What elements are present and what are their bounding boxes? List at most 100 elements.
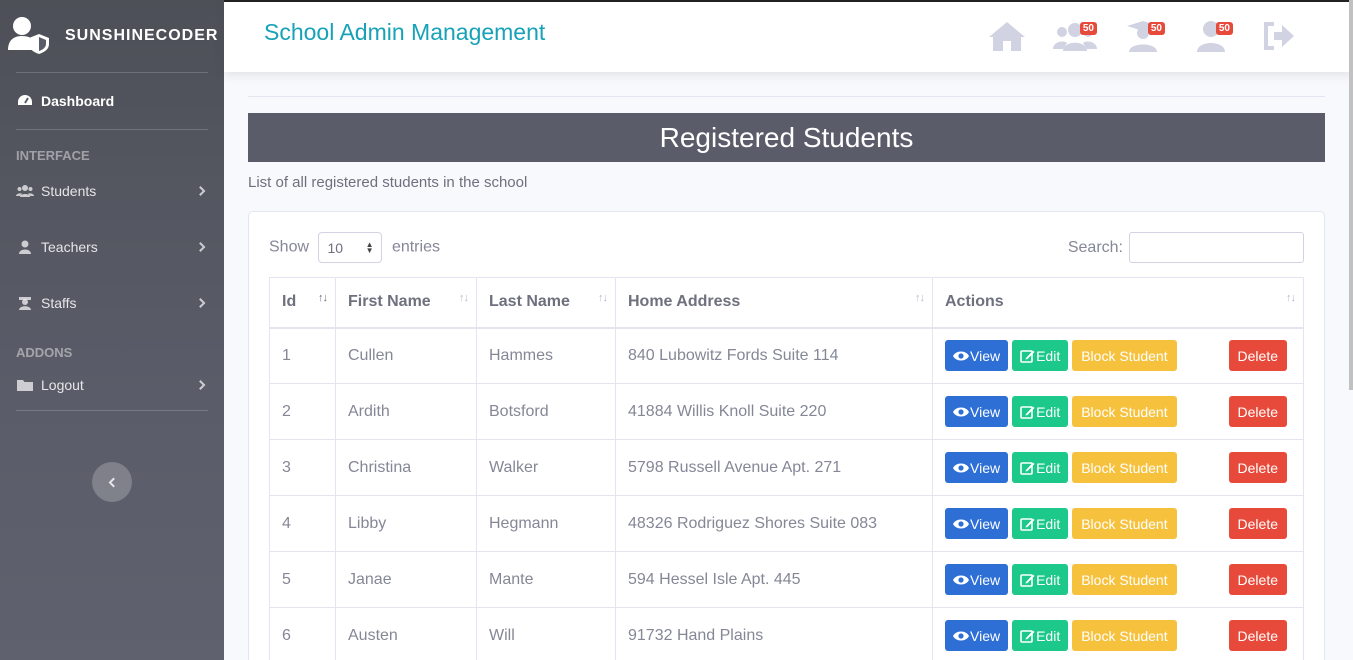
sidebar-item-label: Logout: [41, 377, 84, 393]
entries-select[interactable]: 10 ▲ ▼: [318, 232, 383, 263]
column-label: Home Address: [628, 293, 741, 311]
delete-button-label: Delete: [1237, 403, 1278, 420]
brand[interactable]: SUNSHINECODER: [0, 0, 224, 72]
view-button[interactable]: View: [945, 396, 1009, 427]
delete-button[interactable]: Delete: [1228, 620, 1287, 651]
row-actions: View Edit Block Student Delete: [945, 508, 1291, 539]
delete-button[interactable]: Delete: [1228, 396, 1287, 427]
table-header-row: Id ↑↓ First Name ↑↓ Last Name ↑↓ Home Addre…: [269, 277, 1304, 329]
edit-button-label: Edit: [1036, 627, 1061, 644]
cell-id: 5: [269, 551, 336, 608]
view-button[interactable]: View: [945, 452, 1009, 483]
sort-icon: ↑↓: [459, 292, 469, 304]
cell-actions: View Edit Block Student Delete: [932, 327, 1304, 384]
table-body: 1 Cullen Hammes 840 Lubowitz Fords Suite…: [269, 327, 1304, 660]
edit-button[interactable]: Edit: [1012, 564, 1069, 595]
block-student-button[interactable]: Block Student: [1072, 620, 1177, 651]
sidebar-heading-interface: INTERFACE: [16, 148, 90, 163]
block-student-button[interactable]: Block Student: [1072, 340, 1177, 372]
view-button[interactable]: View: [945, 508, 1009, 539]
cell-actions: View Edit Block Student Delete: [932, 607, 1304, 660]
chevron-left-icon: [108, 477, 119, 487]
sidebar-item-label: Dashboard: [41, 93, 115, 109]
view-button[interactable]: View: [945, 340, 1009, 372]
column-label: Actions: [945, 293, 1004, 311]
row-actions: View Edit Block Student Delete: [945, 396, 1291, 427]
table-row: 5 Janae Mante 594 Hessel Isle Apt. 445 V…: [269, 551, 1304, 608]
edit-button[interactable]: Edit: [1012, 396, 1069, 427]
topbar: School Admin Management 50 50 50: [224, 0, 1353, 72]
view-button-label: View: [970, 627, 1001, 644]
sidebar-item-label: Staffs: [41, 295, 77, 311]
block-button-label: Block Student: [1081, 347, 1168, 364]
row-actions: View Edit Block Student Delete: [945, 452, 1291, 483]
cell-last-name: Hegmann: [476, 495, 616, 552]
staffs-button[interactable]: 50: [1177, 20, 1245, 56]
view-button[interactable]: View: [945, 564, 1009, 595]
sidebar-item-staffs[interactable]: Staffs: [0, 275, 224, 331]
chevron-right-icon: [195, 186, 206, 196]
edit-button[interactable]: Edit: [1012, 508, 1069, 539]
students-table: Id ↑↓ First Name ↑↓ Last Name ↑↓ Home Addre…: [269, 277, 1304, 660]
tachometer-icon: [16, 94, 34, 108]
edit-icon: [1020, 349, 1035, 363]
teachers-button[interactable]: 50: [1109, 20, 1177, 56]
chevron-right-icon: [195, 380, 206, 390]
block-button-label: Block Student: [1081, 403, 1168, 420]
cell-first-name: Ardith: [335, 383, 477, 440]
view-button-label: View: [970, 571, 1001, 588]
sidebar-heading-addons: ADDONS: [16, 345, 73, 360]
edit-button-label: Edit: [1036, 459, 1061, 476]
entries-select-value: 10: [327, 239, 344, 256]
edit-button[interactable]: Edit: [1012, 452, 1069, 483]
row-actions: View Edit Block Student Delete: [945, 564, 1291, 595]
sort-icon: ↑↓: [1286, 292, 1296, 304]
sidebar-toggle-button[interactable]: [92, 462, 132, 502]
edit-icon: [1020, 517, 1035, 531]
block-student-button[interactable]: Block Student: [1072, 452, 1177, 483]
students-button[interactable]: 50: [1041, 20, 1109, 56]
page-scrollbar[interactable]: [1349, 0, 1353, 390]
column-header-actions[interactable]: Actions ↑↓: [932, 277, 1304, 329]
home-button[interactable]: [973, 20, 1041, 56]
eye-icon: [953, 463, 969, 472]
search-input[interactable]: [1129, 232, 1304, 263]
delete-button[interactable]: Delete: [1228, 508, 1287, 539]
cell-home-address: 840 Lubowitz Fords Suite 114: [615, 327, 933, 384]
chevron-right-icon: [195, 298, 206, 308]
block-button-label: Block Student: [1081, 571, 1168, 588]
view-button[interactable]: View: [945, 620, 1009, 651]
delete-button[interactable]: Delete: [1228, 564, 1287, 595]
block-student-button[interactable]: Block Student: [1072, 396, 1177, 427]
page-title: School Admin Management: [264, 19, 546, 45]
column-header-first-name[interactable]: First Name ↑↓: [335, 277, 477, 329]
sidebar-item-logout[interactable]: Logout: [0, 360, 224, 410]
block-button-label: Block Student: [1081, 515, 1168, 532]
column-header-id[interactable]: Id ↑↓: [269, 277, 336, 329]
block-student-button[interactable]: Block Student: [1072, 564, 1177, 595]
sidebar-item-teachers[interactable]: Teachers: [0, 219, 224, 275]
logout-button[interactable]: [1245, 20, 1313, 56]
edit-icon: [1020, 405, 1035, 419]
sidebar-item-students[interactable]: Students: [0, 163, 224, 219]
edit-button[interactable]: Edit: [1012, 620, 1069, 651]
sidebar-item-dashboard[interactable]: Dashboard: [0, 73, 224, 129]
table-row: 6 Austen Will 91732 Hand Plains View Edi…: [269, 607, 1304, 660]
view-button-label: View: [970, 403, 1001, 420]
edit-button-label: Edit: [1036, 347, 1061, 364]
edit-button[interactable]: Edit: [1012, 340, 1069, 372]
view-button-label: View: [970, 459, 1001, 476]
cell-actions: View Edit Block Student Delete: [932, 495, 1304, 552]
table-row: 3 Christina Walker 5798 Russell Avenue A…: [269, 439, 1304, 496]
edit-button-label: Edit: [1036, 571, 1061, 588]
delete-button[interactable]: Delete: [1228, 452, 1287, 483]
block-student-button[interactable]: Block Student: [1072, 508, 1177, 539]
edit-icon: [1020, 573, 1035, 587]
chevron-right-icon: [195, 242, 206, 252]
column-header-home-address[interactable]: Home Address ↑↓: [615, 277, 933, 329]
delete-button-label: Delete: [1237, 347, 1278, 364]
delete-button-label: Delete: [1237, 571, 1278, 588]
cell-first-name: Cullen: [335, 327, 477, 384]
column-header-last-name[interactable]: Last Name ↑↓: [476, 277, 616, 329]
delete-button[interactable]: Delete: [1228, 340, 1287, 372]
